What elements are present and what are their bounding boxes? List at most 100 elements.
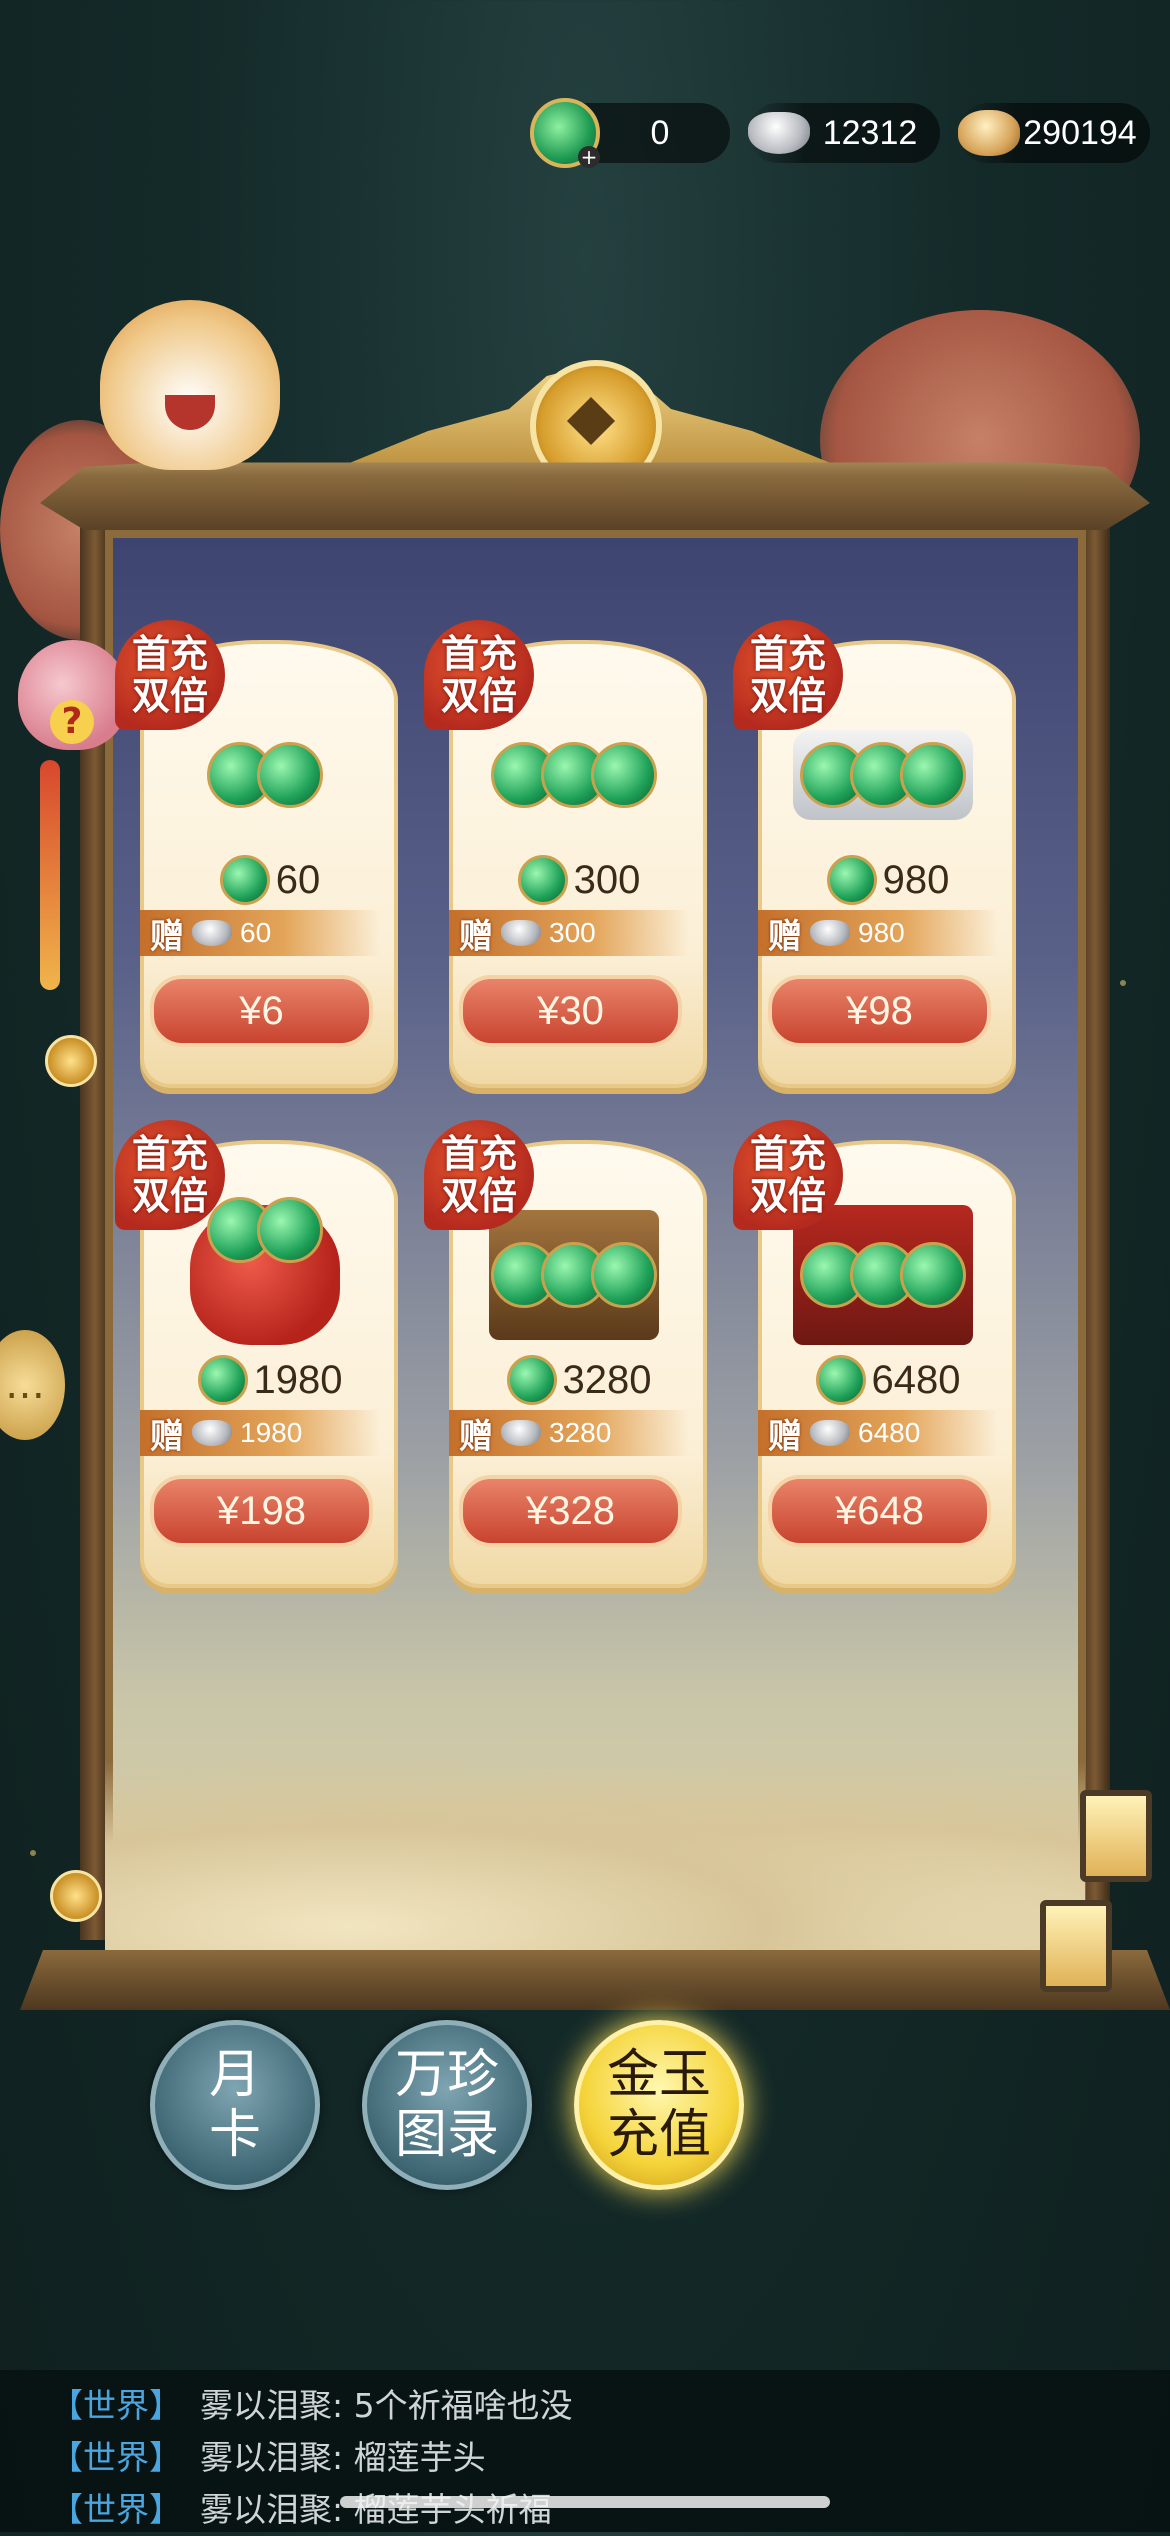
bonus-label: 赠 [768, 916, 802, 957]
jade-coin-icon [815, 1355, 866, 1405]
tab-label: 万珍 图录 [394, 2045, 499, 2165]
home-indicator[interactable] [340, 2496, 830, 2508]
bonus-label: 赠 [459, 916, 493, 957]
silver-ingot-icon [810, 920, 850, 946]
jade-amount-row: 3280 [464, 1355, 694, 1405]
coin-decoration-icon [50, 1870, 102, 1922]
price-button[interactable]: ¥648 [768, 1475, 991, 1547]
bonus-row: 赠 300 [449, 910, 689, 957]
tab-monthly-card[interactable]: 月 卡 [150, 2020, 320, 2190]
bonus-row: 赠 3280 [449, 1410, 689, 1457]
jade-amount: 300 [573, 857, 641, 902]
jade-chest-icon [788, 1200, 978, 1350]
jade-amount: 0 [650, 113, 670, 152]
bonus-amount: 300 [549, 917, 596, 948]
jade-amount: 6480 [871, 1357, 961, 1402]
jade-tray-icon [788, 700, 978, 850]
chat-message: 【世界】 雾以泪聚: 榴莲芋头祈福 [50, 2484, 1170, 2536]
bonus-row: 赠 60 [140, 910, 380, 957]
frame-base [20, 1950, 1170, 2010]
silver-amount: 12312 [822, 113, 918, 152]
first-charge-badge: 首充 双倍 [424, 620, 534, 730]
jade-pile-small-icon [170, 700, 360, 850]
jade-amount-row: 1980 [155, 1355, 385, 1405]
bonus-label: 赠 [768, 1416, 802, 1457]
bonus-label: 赠 [459, 1416, 493, 1457]
silver-ingot-icon [748, 112, 810, 154]
price-button[interactable]: ¥198 [150, 1475, 373, 1547]
product-card[interactable]: 首充 双倍 6480 赠 6480 ¥648 [733, 1110, 1016, 1590]
coin-decoration-icon [45, 1035, 97, 1087]
jade-basket-icon [479, 1200, 669, 1350]
product-grid: 首充 双倍 60 赠 60 ¥6 首充 双倍 300 赠 300 ¥30 首充 双倍 98… [115, 610, 1075, 1590]
first-charge-badge: 首充 双倍 [424, 1120, 534, 1230]
shop-tabs: 月 卡 万珍 图录 金玉 充值 [150, 2020, 744, 2190]
price-button[interactable]: ¥6 [150, 975, 373, 1047]
first-charge-badge: 首充 双倍 [115, 1120, 225, 1230]
jade-coin-icon [506, 1355, 557, 1405]
price-button[interactable]: ¥30 [459, 975, 682, 1047]
product-card[interactable]: 首充 双倍 1980 赠 1980 ¥198 [115, 1110, 398, 1590]
first-charge-badge: 首充 双倍 [733, 1120, 843, 1230]
jade-coin-icon [517, 855, 568, 905]
jade-amount: 3280 [562, 1357, 652, 1402]
bonus-row: 赠 1980 [140, 1410, 380, 1457]
jade-pile-medium-icon [479, 700, 669, 850]
silver-currency: 12312 [748, 103, 940, 163]
jade-amount-row: 980 [773, 855, 1003, 905]
tassel-decoration [40, 760, 60, 990]
tab-treasure-catalog[interactable]: 万珍 图录 [362, 2020, 532, 2190]
jade-coin-icon [219, 855, 270, 905]
chat-message: 【世界】 雾以泪聚: 榴莲芋头 [50, 2432, 1170, 2484]
help-icon[interactable]: ? [50, 700, 94, 744]
copper-coins-icon [958, 110, 1020, 156]
bonus-label: 赠 [150, 1416, 184, 1457]
silver-ingot-icon [501, 920, 541, 946]
bonus-label: 赠 [150, 916, 184, 957]
tab-label: 金玉 充值 [606, 2045, 711, 2165]
product-card[interactable]: 首充 双倍 60 赠 60 ¥6 [115, 610, 398, 1090]
jade-amount: 980 [882, 857, 950, 902]
bonus-row: 赠 6480 [758, 1410, 998, 1457]
jade-amount-row: 6480 [773, 1355, 1003, 1405]
cloud-decoration [105, 1750, 1085, 1970]
jade-coin-icon [826, 855, 877, 905]
silver-ingot-icon [501, 1420, 541, 1446]
jade-amount-row: 60 [155, 855, 385, 905]
product-card[interactable]: 首充 双倍 980 赠 980 ¥98 [733, 610, 1016, 1090]
bonus-amount: 6480 [858, 1417, 921, 1448]
chat-message: 【世界】 雾以泪聚: 5个祈福啥也没 [50, 2380, 1170, 2432]
bonus-row: 赠 980 [758, 910, 998, 957]
chat-channel: 【世界】 [50, 2386, 182, 2425]
silver-ingot-icon [192, 1420, 232, 1446]
jade-coin-icon [197, 1355, 248, 1405]
cat-mascot [100, 300, 280, 470]
jade-currency[interactable]: + 0 [530, 98, 730, 168]
jade-amount: 60 [275, 857, 321, 902]
chat-channel: 【世界】 [50, 2438, 182, 2477]
currency-bar: + 0 12312 290194 [530, 95, 1150, 171]
silver-ingot-icon [810, 1420, 850, 1446]
silver-ingot-icon [192, 920, 232, 946]
jade-coin-icon: + [530, 98, 600, 168]
chat-channel: 【世界】 [50, 2490, 182, 2529]
first-charge-badge: 首充 双倍 [115, 620, 225, 730]
copper-currency: 290194 [958, 103, 1150, 163]
plus-icon[interactable]: + [578, 146, 600, 168]
jade-amount: 1980 [253, 1357, 343, 1402]
jade-bag-icon [170, 1197, 360, 1350]
product-card[interactable]: 首充 双倍 3280 赠 3280 ¥328 [424, 1110, 707, 1590]
jade-amount-row: 300 [464, 855, 694, 905]
price-button[interactable]: ¥98 [768, 975, 991, 1047]
bonus-amount: 980 [858, 917, 905, 948]
tab-jade-recharge[interactable]: 金玉 充值 [574, 2020, 744, 2190]
bonus-amount: 3280 [549, 1417, 612, 1448]
tab-label: 月 卡 [208, 2045, 261, 2165]
lantern-icon [1040, 1900, 1112, 1992]
bonus-amount: 60 [240, 917, 272, 948]
bonus-amount: 1980 [240, 1417, 303, 1448]
chat-text: 雾以泪聚: 榴莲芋头 [200, 2438, 486, 2477]
product-card[interactable]: 首充 双倍 300 赠 300 ¥30 [424, 610, 707, 1090]
first-charge-badge: 首充 双倍 [733, 620, 843, 730]
price-button[interactable]: ¥328 [459, 1475, 682, 1547]
